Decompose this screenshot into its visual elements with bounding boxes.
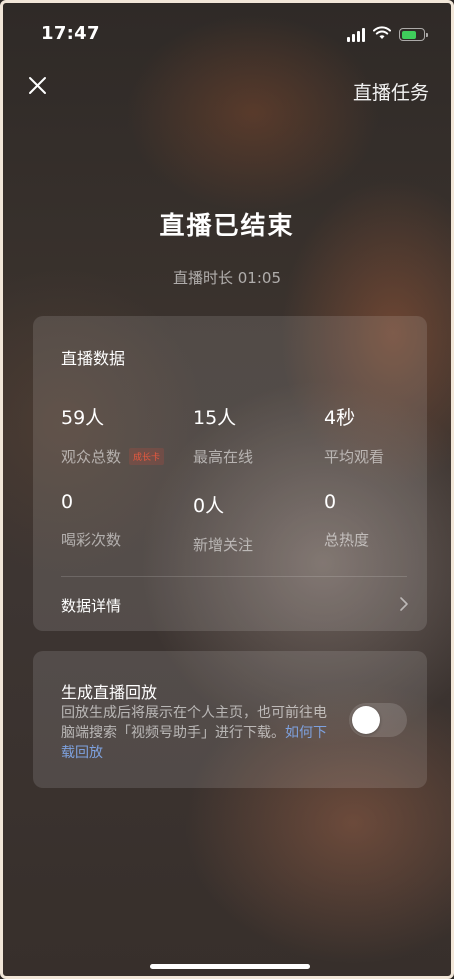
replay-description: 回放生成后将展示在个人主页，也可前往电脑端搜索「视频号助手」进行下载。如何下载回… — [61, 705, 327, 761]
stat-label: 平均观看 — [324, 448, 385, 466]
stat-value: 0 — [324, 491, 337, 513]
stat-value: 59人 — [61, 407, 105, 429]
close-icon — [29, 77, 46, 94]
live-task-link[interactable]: 直播任务 — [353, 78, 429, 105]
toggle-knob — [352, 706, 380, 734]
live-data-title: 直播数据 — [61, 349, 126, 368]
stat-value: 4秒 — [324, 407, 356, 429]
stat-avg-watch: 4秒 平均观看 — [324, 403, 384, 467]
status-time: 17:47 — [41, 23, 100, 44]
replay-card: 生成直播回放 回放生成后将展示在个人主页，也可前往电脑端搜索「视频号助手」进行下… — [33, 651, 427, 788]
status-bar: 17:47 — [3, 3, 451, 61]
wifi-icon — [373, 25, 391, 44]
status-icons — [347, 25, 428, 44]
chevron-right-icon — [399, 596, 409, 616]
stat-value: 0 — [61, 491, 74, 513]
home-indicator[interactable] — [150, 964, 310, 969]
live-duration: 直播时长 01:05 — [173, 269, 281, 287]
replay-title: 生成直播回放 — [61, 683, 158, 702]
stat-label: 总热度 — [324, 531, 370, 549]
stat-label: 观众总数 — [61, 448, 122, 466]
live-data-card: 直播数据 59人 观众总数 成长卡 15人 最高在线 4秒 平均观看 0 喝彩次… — [33, 316, 427, 631]
data-details-row[interactable]: 数据详情 — [33, 578, 427, 631]
signal-icon — [347, 27, 365, 42]
growth-card-badge[interactable]: 成长卡 — [129, 448, 165, 465]
stat-label: 新增关注 — [193, 536, 254, 554]
stat-total-heat: 0 总热度 — [324, 491, 369, 550]
divider — [61, 576, 407, 577]
close-button[interactable] — [23, 71, 53, 101]
stat-total-viewers: 59人 观众总数 成长卡 — [61, 403, 165, 467]
page-title: 直播已结束 — [159, 211, 295, 240]
stat-value: 0人 — [193, 495, 225, 517]
stat-label: 最高在线 — [193, 448, 254, 466]
stat-peak-online: 15人 最高在线 — [193, 403, 253, 467]
stat-label: 喝彩次数 — [61, 531, 122, 549]
replay-toggle[interactable] — [349, 703, 407, 737]
battery-icon — [399, 28, 428, 41]
stat-cheers: 0 喝彩次数 — [61, 491, 121, 550]
screen: 17:47 直播任务 直播已结束 直播时长 01:05 直播数据 59人 观众总… — [0, 0, 454, 979]
data-details-label: 数据详情 — [61, 597, 122, 615]
stat-new-followers: 0人 新增关注 — [193, 491, 253, 555]
stat-value: 15人 — [193, 407, 237, 429]
